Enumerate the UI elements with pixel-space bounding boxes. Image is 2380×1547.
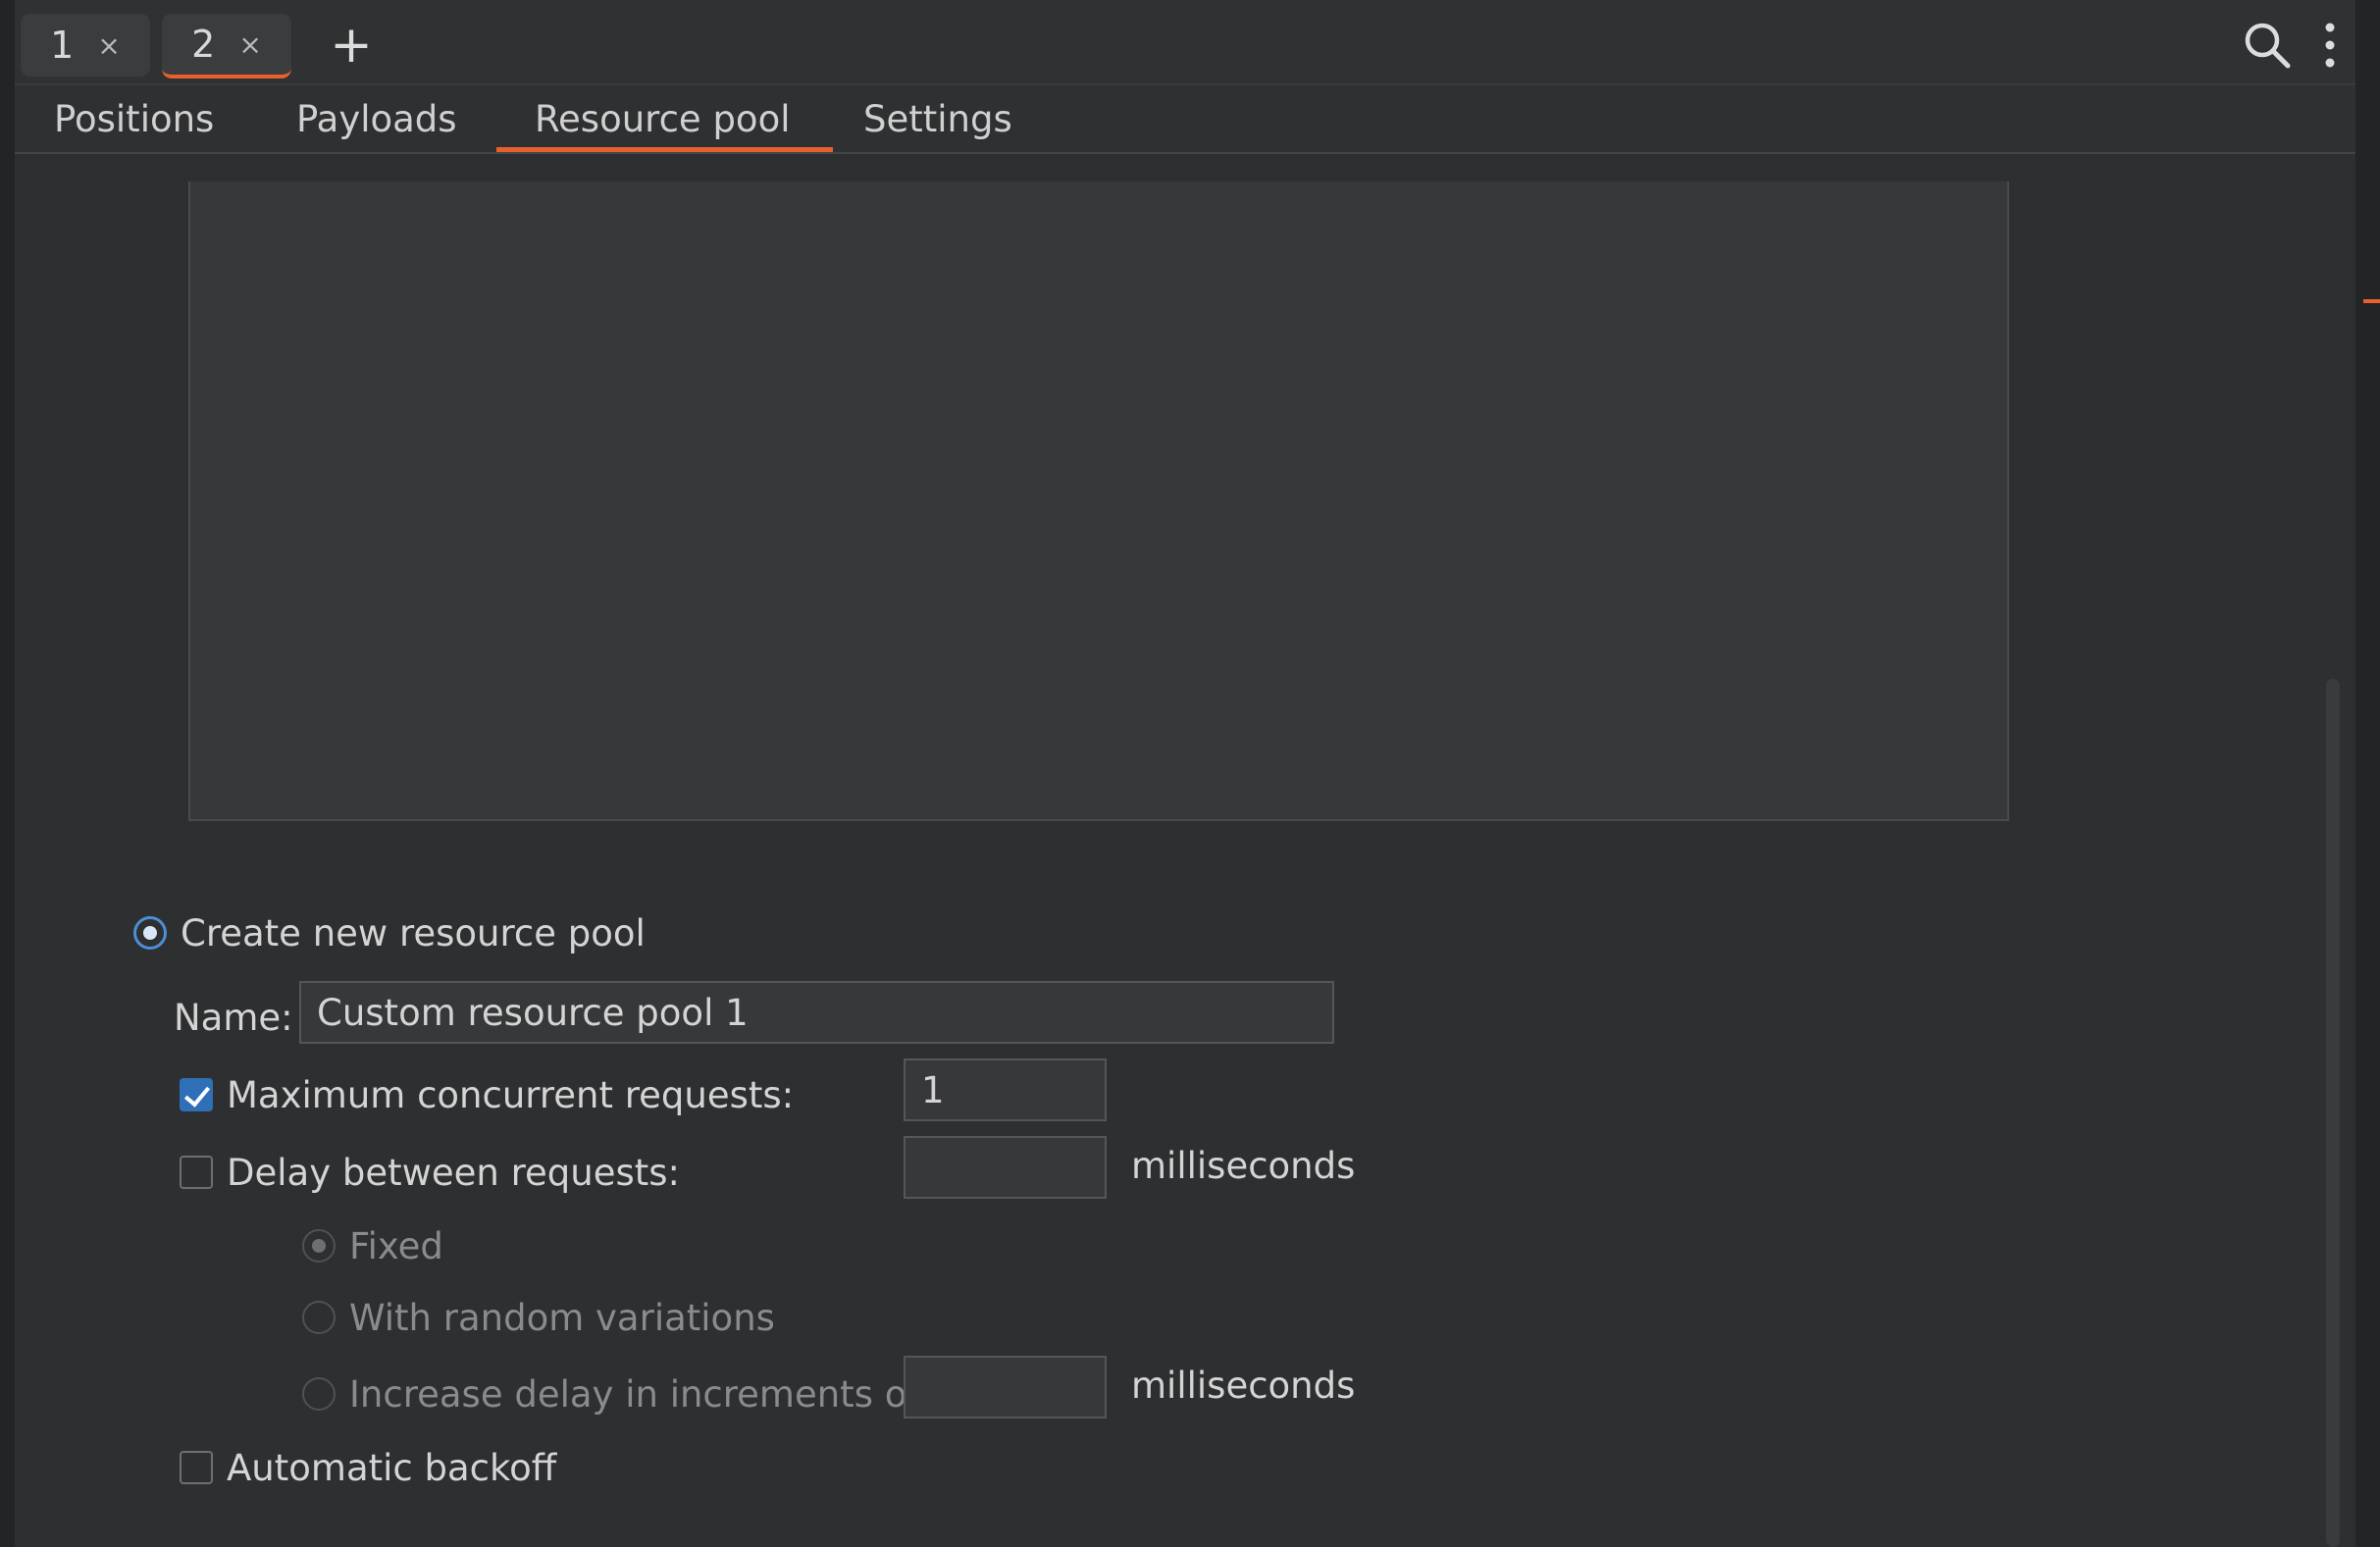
create-new-pool-radio[interactable] bbox=[133, 916, 167, 950]
close-icon[interactable]: × bbox=[238, 28, 261, 61]
instance-tab-bar: 1 × 2 × + bbox=[15, 0, 2355, 85]
increase-delay-radio[interactable] bbox=[302, 1377, 336, 1411]
instance-tab-1[interactable]: 1 × bbox=[21, 14, 150, 77]
sub-tab-bar: Positions Payloads Resource pool Setting… bbox=[15, 85, 2355, 154]
auto-backoff-row[interactable]: Automatic backoff bbox=[180, 1436, 556, 1499]
resource-pool-panel: Create new resource pool Name: Custom re… bbox=[15, 154, 2355, 1547]
name-row: Name: bbox=[174, 986, 293, 1049]
vertical-scrollbar[interactable] bbox=[2326, 679, 2340, 1547]
instance-tab-label: 2 bbox=[191, 23, 216, 66]
fixed-label: Fixed bbox=[349, 1224, 443, 1267]
create-new-pool-option[interactable]: Create new resource pool bbox=[133, 908, 646, 957]
max-concurrent-input[interactable]: 1 bbox=[904, 1058, 1107, 1121]
tab-settings[interactable]: Settings bbox=[863, 85, 1012, 152]
accent-marker bbox=[2363, 299, 2380, 303]
right-border bbox=[2355, 0, 2380, 1547]
random-variations-radio[interactable] bbox=[302, 1301, 336, 1334]
max-concurrent-label: Maximum concurrent requests: bbox=[227, 1073, 795, 1116]
increase-delay-label: Increase delay in increments of bbox=[349, 1372, 920, 1416]
delay-row[interactable]: Delay between requests: bbox=[180, 1141, 680, 1204]
delay-input[interactable] bbox=[904, 1136, 1107, 1199]
intruder-window: 1 × 2 × + Positions Payloads Resource po… bbox=[0, 0, 2380, 1547]
instance-tab-label: 1 bbox=[50, 24, 75, 67]
max-concurrent-checkbox[interactable] bbox=[180, 1078, 213, 1111]
close-icon[interactable]: × bbox=[97, 29, 120, 62]
auto-backoff-label: Automatic backoff bbox=[227, 1446, 557, 1489]
max-concurrent-row[interactable]: Maximum concurrent requests: bbox=[180, 1063, 794, 1126]
pool-name-input[interactable]: Custom resource pool 1 bbox=[299, 981, 1334, 1044]
instance-tab-2[interactable]: 2 × bbox=[162, 14, 291, 78]
random-variations-option[interactable]: With random variations bbox=[302, 1288, 775, 1347]
tab-payloads[interactable]: Payloads bbox=[296, 85, 457, 152]
increase-delay-option[interactable]: Increase delay in increments of bbox=[302, 1363, 919, 1425]
tab-positions[interactable]: Positions bbox=[54, 85, 214, 152]
resource-pool-table[interactable] bbox=[188, 181, 2009, 821]
plus-icon[interactable]: + bbox=[327, 14, 376, 77]
search-icon[interactable] bbox=[2242, 20, 2293, 71]
delay-label: Delay between requests: bbox=[227, 1151, 681, 1194]
increase-delay-input[interactable] bbox=[904, 1356, 1107, 1418]
increase-unit-label: milliseconds bbox=[1131, 1365, 1356, 1407]
delay-unit-label: milliseconds bbox=[1131, 1145, 1356, 1187]
name-label: Name: bbox=[174, 996, 293, 1039]
auto-backoff-checkbox[interactable] bbox=[180, 1451, 213, 1484]
create-new-pool-label: Create new resource pool bbox=[181, 911, 646, 954]
delay-checkbox[interactable] bbox=[180, 1156, 213, 1189]
fixed-radio[interactable] bbox=[302, 1229, 336, 1263]
fixed-option[interactable]: Fixed bbox=[302, 1216, 443, 1275]
more-vert-icon[interactable] bbox=[2315, 20, 2345, 71]
left-border bbox=[0, 0, 15, 1547]
random-variations-label: With random variations bbox=[349, 1296, 775, 1339]
tab-resource-pool[interactable]: Resource pool bbox=[495, 85, 835, 152]
